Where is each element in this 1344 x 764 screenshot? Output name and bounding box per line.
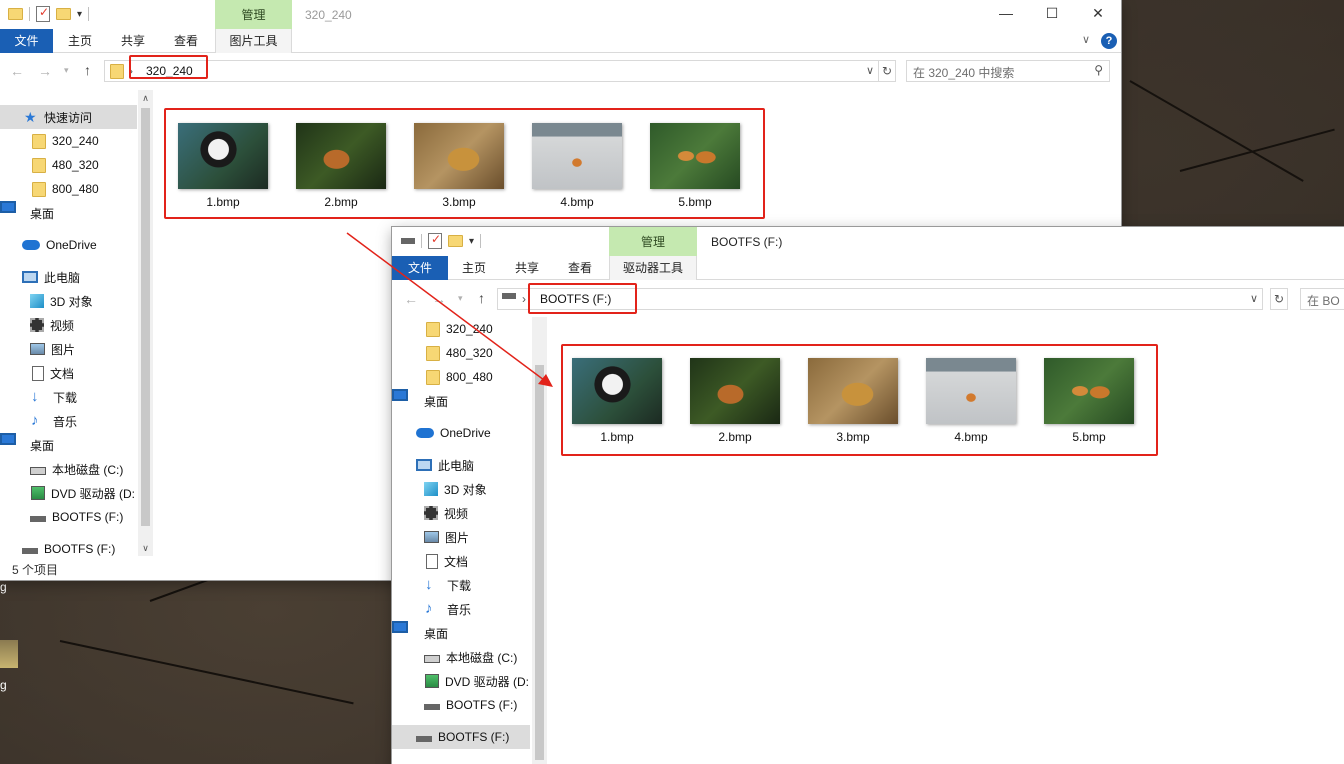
arrow-line [346,232,549,384]
annotation-arrow [346,232,553,387]
arrow-head [538,374,553,387]
